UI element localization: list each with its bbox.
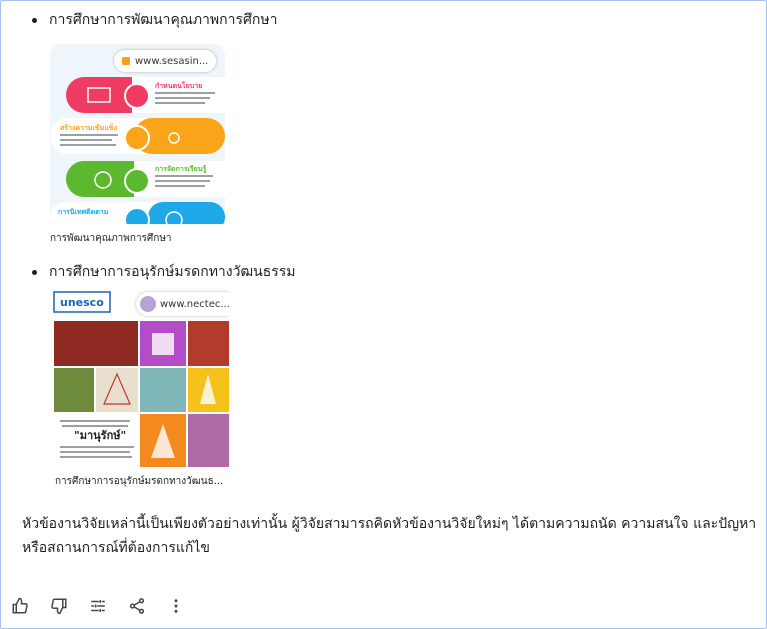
image-thumbnail[interactable]: กำหนดนโยบาย สร้างความเข้มแข็ง การจัดการเ… — [50, 44, 225, 224]
site-icon — [122, 57, 130, 65]
response-actions — [10, 596, 205, 616]
svg-text:การจัดการเรียนรู้: การจัดการเรียนรู้ — [155, 164, 207, 174]
svg-text:การนิเทศติดตาม: การนิเทศติดตาม — [58, 208, 109, 216]
response-paragraph: หัวข้องานวิจัยเหล่านี้เป็นเพียงตัวอย่างเ… — [22, 516, 757, 556]
list-item: การศึกษาการพัฒนาคุณภาพการศึกษา — [32, 9, 277, 31]
image-caption: การพัฒนาคุณภาพการศึกษา — [50, 233, 172, 244]
list-item-label: การศึกษาการอนุรักษ์มรดกทางวัฒนธรรม — [49, 264, 296, 280]
share-icon[interactable] — [127, 596, 147, 616]
more-vert-icon[interactable] — [166, 596, 186, 616]
svg-text:สร้างความเข้มแข็ง: สร้างความเข้มแข็ง — [60, 123, 118, 132]
list-item-label: การศึกษาการพัฒนาคุณภาพการศึกษา — [49, 12, 278, 28]
svg-text:กำหนดนโยบาย: กำหนดนโยบาย — [155, 81, 202, 90]
step-4-band — [148, 202, 225, 224]
bullet-icon — [32, 269, 37, 275]
source-url: www.sesasin... — [114, 50, 217, 72]
site-icon — [140, 296, 156, 312]
image-caption: การศึกษาการอนุรักษ์มรดกทางวัฒนธ... — [55, 476, 224, 487]
source-url: www.nectec... — [136, 292, 229, 316]
thumbs-up-icon[interactable] — [10, 596, 30, 616]
poster-title: "มานุรักษ์" — [74, 429, 126, 443]
image-thumbnail[interactable]: unesco "มานุรักษ์" www.nectec... — [52, 288, 229, 467]
tune-icon[interactable] — [88, 596, 108, 616]
thumbs-down-icon[interactable] — [49, 596, 69, 616]
unesco-logo: unesco — [60, 296, 104, 309]
list-item: การศึกษาการอนุรักษ์มรดกทางวัฒนธรรม — [32, 261, 296, 283]
bullet-icon — [32, 17, 37, 23]
